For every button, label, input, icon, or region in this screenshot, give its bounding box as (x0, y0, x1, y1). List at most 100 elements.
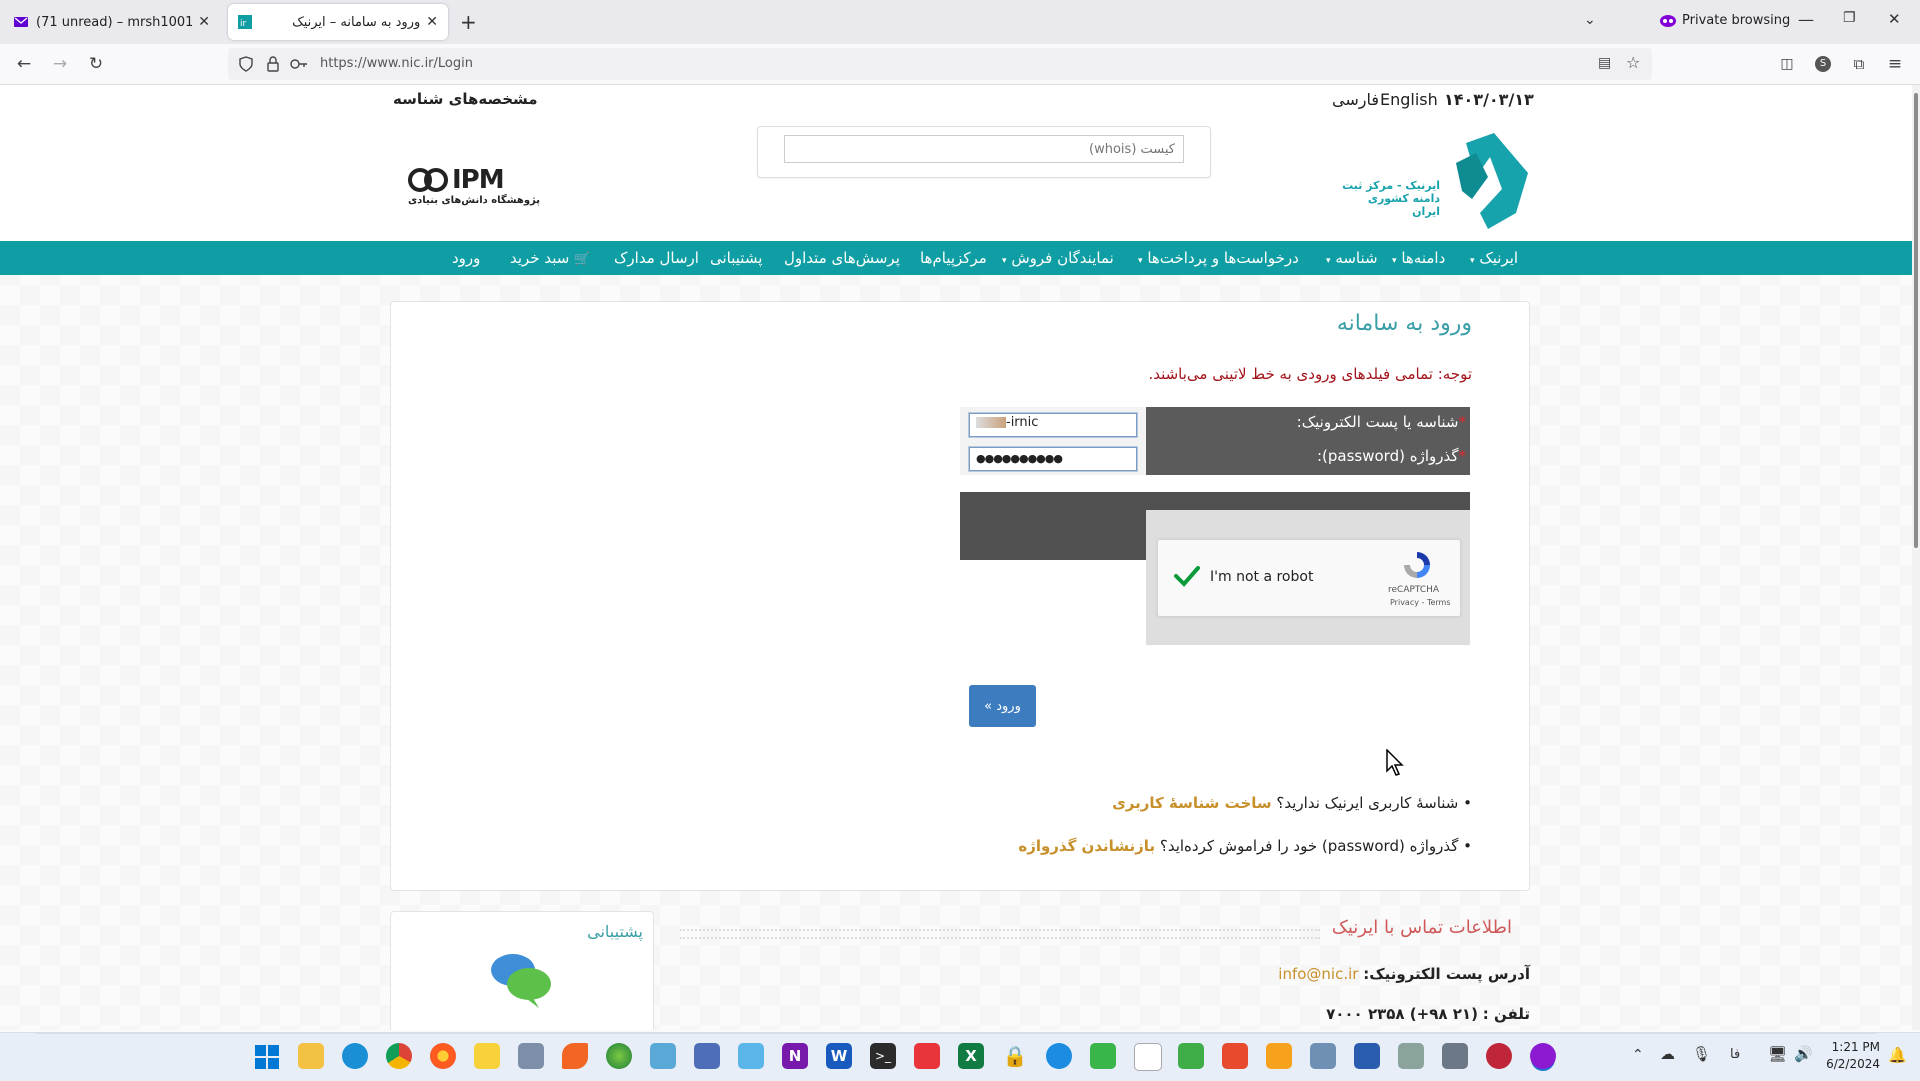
new-tab-button[interactable]: + (460, 10, 477, 34)
menu-cart[interactable]: 🛒 سبد خرید (510, 241, 590, 275)
minimize-button[interactable]: — (1798, 10, 1814, 29)
menu-send-docs[interactable]: ارسال مدارک (614, 241, 699, 275)
onenote-icon[interactable]: N (782, 1043, 808, 1069)
caret-down-icon: ▾ (1326, 256, 1331, 266)
restore-button[interactable]: ❐ (1843, 10, 1856, 26)
app-circle-red-icon[interactable] (1486, 1043, 1512, 1069)
menu-login[interactable]: ورود (452, 241, 480, 275)
private-mask-icon (1660, 14, 1676, 27)
shield-icon[interactable] (238, 56, 254, 72)
microphone-icon[interactable]: 🎙 (1692, 1045, 1711, 1063)
username-input[interactable]: -irnic (968, 412, 1138, 438)
camtasia-icon[interactable] (1178, 1043, 1204, 1069)
onedrive-cloud-icon[interactable]: ☁ (1660, 1045, 1675, 1063)
lang-english-link[interactable]: English (1380, 90, 1438, 109)
notepad-icon[interactable] (518, 1043, 544, 1069)
volume-icon[interactable]: 🔊 (1794, 1045, 1813, 1063)
sync-app-icon[interactable] (1046, 1043, 1072, 1069)
menu-requests[interactable]: درخواست‌ها و پرداخت‌ها ▾ (1138, 241, 1299, 275)
app-blue-icon[interactable] (694, 1043, 720, 1069)
terminal-icon[interactable]: >_ (870, 1043, 896, 1069)
media-player-icon[interactable] (474, 1043, 500, 1069)
app-lightblue-icon[interactable] (738, 1043, 764, 1069)
browser-nav-bar: ← → ↻ https://www.nic.ir/Login ▤ ☆ ◫ S ⧉… (0, 44, 1920, 85)
remote-desktop-icon[interactable] (650, 1043, 676, 1069)
redacted-block (976, 417, 1006, 428)
menu-mail-center[interactable]: مرکزپیام‌ها (920, 241, 987, 275)
key-icon[interactable] (290, 57, 308, 71)
blank-document-icon[interactable] (1134, 1043, 1162, 1071)
menu-requests-label: درخواست‌ها و پرداخت‌ها (1147, 249, 1299, 267)
lang-farsi-link[interactable]: فارسی (1332, 90, 1379, 109)
password-input[interactable]: ●●●●●●●●●● (968, 446, 1138, 472)
reload-icon[interactable]: ↻ (84, 52, 108, 76)
menu-hamburger-icon[interactable]: ≡ (1883, 52, 1907, 76)
checkmark-icon[interactable] (1173, 564, 1201, 588)
menu-handle[interactable]: شناسه ▾ (1326, 241, 1378, 275)
whois-search-input[interactable] (784, 135, 1184, 163)
notes-app-icon[interactable] (1354, 1043, 1380, 1069)
globe-app-icon[interactable] (606, 1043, 632, 1069)
tab-list-chevron-icon[interactable]: ⌄ (1584, 12, 1596, 28)
chrome-icon[interactable] (386, 1043, 412, 1069)
recaptcha-links[interactable]: Privacy - Terms (1390, 598, 1451, 607)
close-window-button[interactable]: ✕ (1888, 10, 1901, 28)
forward-arrow-icon[interactable]: → (48, 52, 72, 76)
ipm-logo: IPM (408, 165, 505, 195)
word-icon[interactable]: W (826, 1043, 852, 1069)
lock-icon[interactable] (266, 56, 280, 72)
tab-irnic[interactable]: ir ورود به سامانه – ایرنیک ✕ (228, 4, 448, 40)
firefox-private-icon[interactable] (1530, 1043, 1556, 1069)
tab-mail[interactable]: (71 unread) – mrsh1001@ymail. ✕ (4, 4, 220, 40)
tab-title: ورود به سامانه – ایرنیک (292, 14, 421, 30)
menu-irnic[interactable]: ایرنیک ▾ (1470, 241, 1518, 275)
reset-password-link[interactable]: بازنشاندن گذرواژه (1018, 837, 1155, 855)
lock-app-icon[interactable]: 🔒 (1002, 1043, 1028, 1069)
bullet: • (1458, 794, 1472, 812)
support-box: پشتیبانی (390, 911, 654, 1030)
bookmark-star-icon[interactable]: ☆ (1626, 53, 1640, 72)
back-arrow-icon[interactable]: ← (12, 52, 36, 76)
date-text: ۱۴۰۳/۰۳/۱۳ (1444, 90, 1534, 109)
firefox-icon[interactable] (430, 1043, 456, 1069)
menu-support[interactable]: پشتیبانی (710, 241, 762, 275)
scrollbar-thumb[interactable] (1914, 93, 1918, 548)
url-text[interactable]: https://www.nic.ir/Login (320, 56, 473, 71)
calculator-icon[interactable] (1442, 1043, 1468, 1069)
caret-down-icon: ▾ (1470, 256, 1475, 266)
recaptcha-label: I'm not a robot (1210, 569, 1314, 585)
reader-view-icon[interactable]: ▤ (1598, 55, 1611, 71)
chart-app-icon[interactable] (1310, 1043, 1336, 1069)
login-submit-button[interactable]: ورود » (969, 685, 1036, 727)
pocket-icon[interactable]: ◫ (1775, 52, 1799, 76)
menu-faq[interactable]: پرسش‌های متداول (784, 241, 900, 275)
anydesk-icon[interactable] (914, 1043, 940, 1069)
network-app-icon[interactable] (1090, 1043, 1116, 1069)
settings-app-icon[interactable] (1398, 1043, 1424, 1069)
menu-resellers[interactable]: نمایندگان فروش ▾ (1002, 241, 1114, 275)
url-bar[interactable]: https://www.nic.ir/Login ▤ ☆ (228, 48, 1652, 80)
menu-domains-label: دامنه‌ها (1401, 249, 1446, 267)
keyboard-language[interactable]: فا (1730, 1047, 1740, 1062)
notification-bell-icon[interactable]: 🔔 (1888, 1046, 1907, 1064)
account-icon[interactable]: S (1811, 52, 1835, 76)
app-red-icon[interactable] (1222, 1043, 1248, 1069)
close-icon[interactable]: ✕ (198, 14, 210, 30)
close-icon[interactable]: ✕ (426, 14, 438, 30)
email-link[interactable]: info@nic.ir (1278, 965, 1358, 983)
clock[interactable]: 1:21 PM 6/2/2024 (1822, 1039, 1880, 1073)
edge-browser-icon[interactable] (342, 1043, 368, 1069)
create-account-link[interactable]: ساخت شناسهٔ کاربری (1112, 794, 1272, 812)
extensions-icon[interactable]: ⧉ (1847, 52, 1871, 76)
irnic-favicon-icon: ir (238, 15, 252, 29)
app-yellow-icon[interactable] (1266, 1043, 1292, 1069)
windows-start-icon[interactable] (255, 1045, 279, 1069)
file-explorer-icon[interactable] (298, 1043, 324, 1069)
menu-domains[interactable]: دامنه‌ها ▾ (1392, 241, 1445, 275)
tray-chevron-up-icon[interactable]: ⌃ (1632, 1047, 1644, 1063)
app-orange-icon[interactable] (562, 1043, 588, 1069)
network-icon[interactable]: 🖥 (1768, 1045, 1787, 1063)
no-account-text: شناسهٔ کاربری ایرنیک ندارید؟ (1276, 794, 1459, 812)
excel-icon[interactable]: X (958, 1043, 984, 1069)
handles-link[interactable]: مشخصه‌های شناسه (393, 90, 538, 108)
